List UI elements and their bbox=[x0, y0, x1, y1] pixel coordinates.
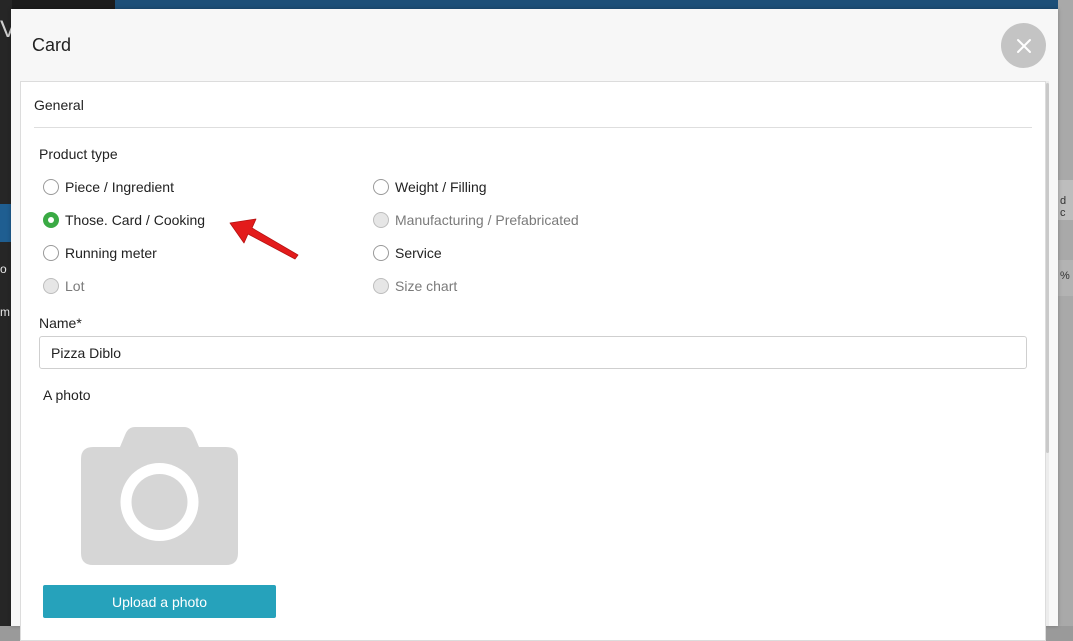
radio-circle[interactable] bbox=[373, 179, 389, 195]
background-topbar-left bbox=[0, 0, 115, 9]
red-arrow-icon bbox=[229, 218, 299, 260]
radio-manufacturing-prefabricated: Manufacturing / Prefabricated bbox=[373, 212, 579, 228]
radio-circle-disabled bbox=[373, 212, 389, 228]
radio-circle[interactable] bbox=[43, 179, 59, 195]
radio-size-chart: Size chart bbox=[373, 278, 457, 294]
background-sidebar-text-2: m bbox=[0, 305, 10, 319]
radio-circle-checked[interactable] bbox=[43, 212, 59, 228]
radio-circle[interactable] bbox=[373, 245, 389, 261]
radio-piece-ingredient[interactable]: Piece / Ingredient bbox=[43, 179, 174, 195]
radio-lot: Lot bbox=[43, 278, 84, 294]
radio-label: Lot bbox=[65, 278, 85, 294]
background-row-text-2: % bbox=[1060, 270, 1070, 282]
radio-circle-disabled bbox=[373, 278, 389, 294]
product-type-label: Product type bbox=[39, 146, 118, 162]
radio-running-meter[interactable]: Running meter bbox=[43, 245, 157, 261]
close-icon bbox=[1016, 38, 1031, 53]
name-label: Name* bbox=[39, 315, 82, 331]
camera-icon bbox=[81, 427, 238, 565]
radio-label: Service bbox=[395, 245, 442, 261]
radio-circle[interactable] bbox=[43, 245, 59, 261]
modal-title: Card bbox=[32, 35, 72, 55]
radio-label: Piece / Ingredient bbox=[65, 179, 174, 195]
radio-label: Running meter bbox=[65, 245, 157, 261]
radio-tech-card-cooking[interactable]: Those. Card / Cooking bbox=[43, 212, 205, 228]
background-sidebar-text-1: o bbox=[0, 262, 7, 276]
section-title-general: General bbox=[34, 97, 84, 113]
radio-label: Size chart bbox=[395, 278, 458, 294]
radio-label: Weight / Filling bbox=[395, 179, 487, 195]
background-row-text-1: d c bbox=[1060, 195, 1067, 219]
card-modal: Card General Product type Piece / Ingred… bbox=[11, 9, 1058, 641]
section-divider bbox=[34, 127, 1032, 128]
radio-label: Manufacturing / Prefabricated bbox=[395, 212, 579, 228]
radio-service[interactable]: Service bbox=[373, 245, 442, 261]
radio-label: Those. Card / Cooking bbox=[65, 212, 206, 228]
background-content bbox=[1058, 0, 1073, 626]
upload-photo-button[interactable]: Upload a photo bbox=[43, 585, 276, 618]
scrollbar-thumb[interactable] bbox=[1046, 83, 1049, 453]
close-button[interactable] bbox=[1001, 23, 1046, 68]
name-input[interactable] bbox=[39, 336, 1027, 369]
radio-weight-filling[interactable]: Weight / Filling bbox=[373, 179, 487, 195]
radio-circle-disabled bbox=[43, 278, 59, 294]
general-panel: General Product type Piece / Ingredient … bbox=[20, 81, 1046, 641]
photo-label: A photo bbox=[43, 387, 91, 403]
background-topbar bbox=[0, 0, 1073, 9]
